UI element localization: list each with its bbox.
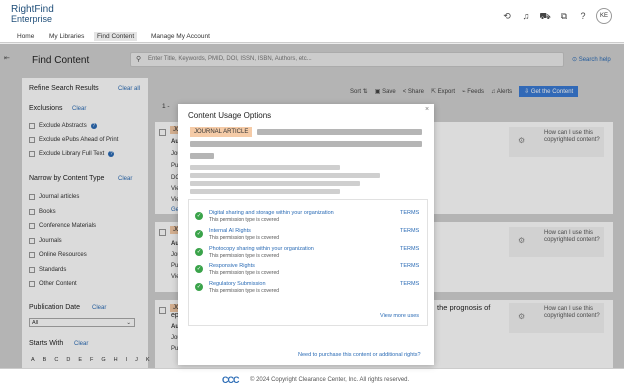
- redacted-title: [257, 129, 422, 135]
- cart-icon[interactable]: ⛟: [539, 10, 551, 22]
- purchase-rights-link[interactable]: Need to purchase this content or additio…: [298, 352, 421, 358]
- help-icon[interactable]: ?: [577, 10, 589, 22]
- footer: CCC © 2024 Copyright Clearance Center, I…: [0, 368, 624, 390]
- check-circle-icon: ✓: [195, 248, 203, 256]
- permission-name[interactable]: Digital sharing and storage within your …: [209, 210, 334, 216]
- check-circle-icon: ✓: [195, 283, 203, 291]
- redacted-title: [190, 141, 422, 147]
- permission-name[interactable]: Photocopy sharing within your organizati…: [209, 246, 314, 252]
- ccc-logo: CCC: [222, 375, 239, 385]
- close-icon[interactable]: ×: [425, 106, 429, 113]
- permission-item: ✓ Internal AI Rights This permission typ…: [195, 227, 423, 245]
- permission-item: ✓ Regulatory Submission This permission …: [195, 280, 423, 298]
- top-bar: RightFind Enterprise ⟲ ♫ ⛟ ⧉ ? KE: [0, 0, 624, 30]
- nav-find-content[interactable]: Find Content: [94, 32, 138, 41]
- redacted-metadata: [190, 173, 380, 178]
- check-circle-icon: ✓: [195, 265, 203, 273]
- redacted-metadata: [190, 165, 340, 170]
- bell-icon[interactable]: ♫: [520, 10, 532, 22]
- history-icon[interactable]: ⟲: [501, 10, 513, 22]
- copy-icon[interactable]: ⧉: [558, 10, 570, 22]
- redacted-metadata: [190, 189, 340, 194]
- permission-note: This permission type is covered: [209, 288, 280, 294]
- permission-name[interactable]: Internal AI Rights: [209, 228, 251, 234]
- nav-my-libraries[interactable]: My Libraries: [46, 32, 87, 41]
- modal-title: Content Usage Options: [188, 111, 272, 120]
- terms-link[interactable]: TERMS: [400, 228, 419, 234]
- permission-item: ✓ Digital sharing and storage within you…: [195, 209, 423, 227]
- journal-article-tag: JOURNAL ARTICLE: [190, 127, 253, 137]
- permissions-list: ✓ Digital sharing and storage within you…: [188, 199, 428, 326]
- permission-note: This permission type is covered: [209, 235, 280, 241]
- copyright-text: © 2024 Copyright Clearance Center, Inc. …: [250, 377, 410, 383]
- permission-item: ✓ Responsive Rights This permission type…: [195, 262, 423, 280]
- brand-subtitle: Enterprise: [11, 14, 53, 24]
- check-circle-icon: ✓: [195, 230, 203, 238]
- check-circle-icon: ✓: [195, 212, 203, 220]
- main-nav: Home My Libraries Find Content Manage My…: [0, 30, 624, 43]
- permission-note: This permission type is covered: [209, 217, 280, 223]
- view-more-uses-link[interactable]: View more uses: [380, 313, 419, 319]
- permission-name[interactable]: Responsive Rights: [209, 263, 255, 269]
- permission-note: This permission type is covered: [209, 253, 280, 259]
- avatar[interactable]: KE: [596, 8, 612, 24]
- nav-home[interactable]: Home: [14, 32, 37, 41]
- terms-link[interactable]: TERMS: [400, 263, 419, 269]
- terms-link[interactable]: TERMS: [400, 281, 419, 287]
- content-usage-modal: Content Usage Options × JOURNAL ARTICLE …: [178, 104, 434, 365]
- permission-item: ✓ Photocopy sharing within your organiza…: [195, 245, 423, 263]
- terms-link[interactable]: TERMS: [400, 246, 419, 252]
- nav-manage-account[interactable]: Manage My Account: [148, 32, 213, 41]
- terms-link[interactable]: TERMS: [400, 210, 419, 216]
- permission-note: This permission type is covered: [209, 270, 280, 276]
- redacted-metadata: [190, 181, 360, 186]
- redacted-title: [190, 153, 214, 159]
- permission-name[interactable]: Regulatory Submission: [209, 281, 266, 287]
